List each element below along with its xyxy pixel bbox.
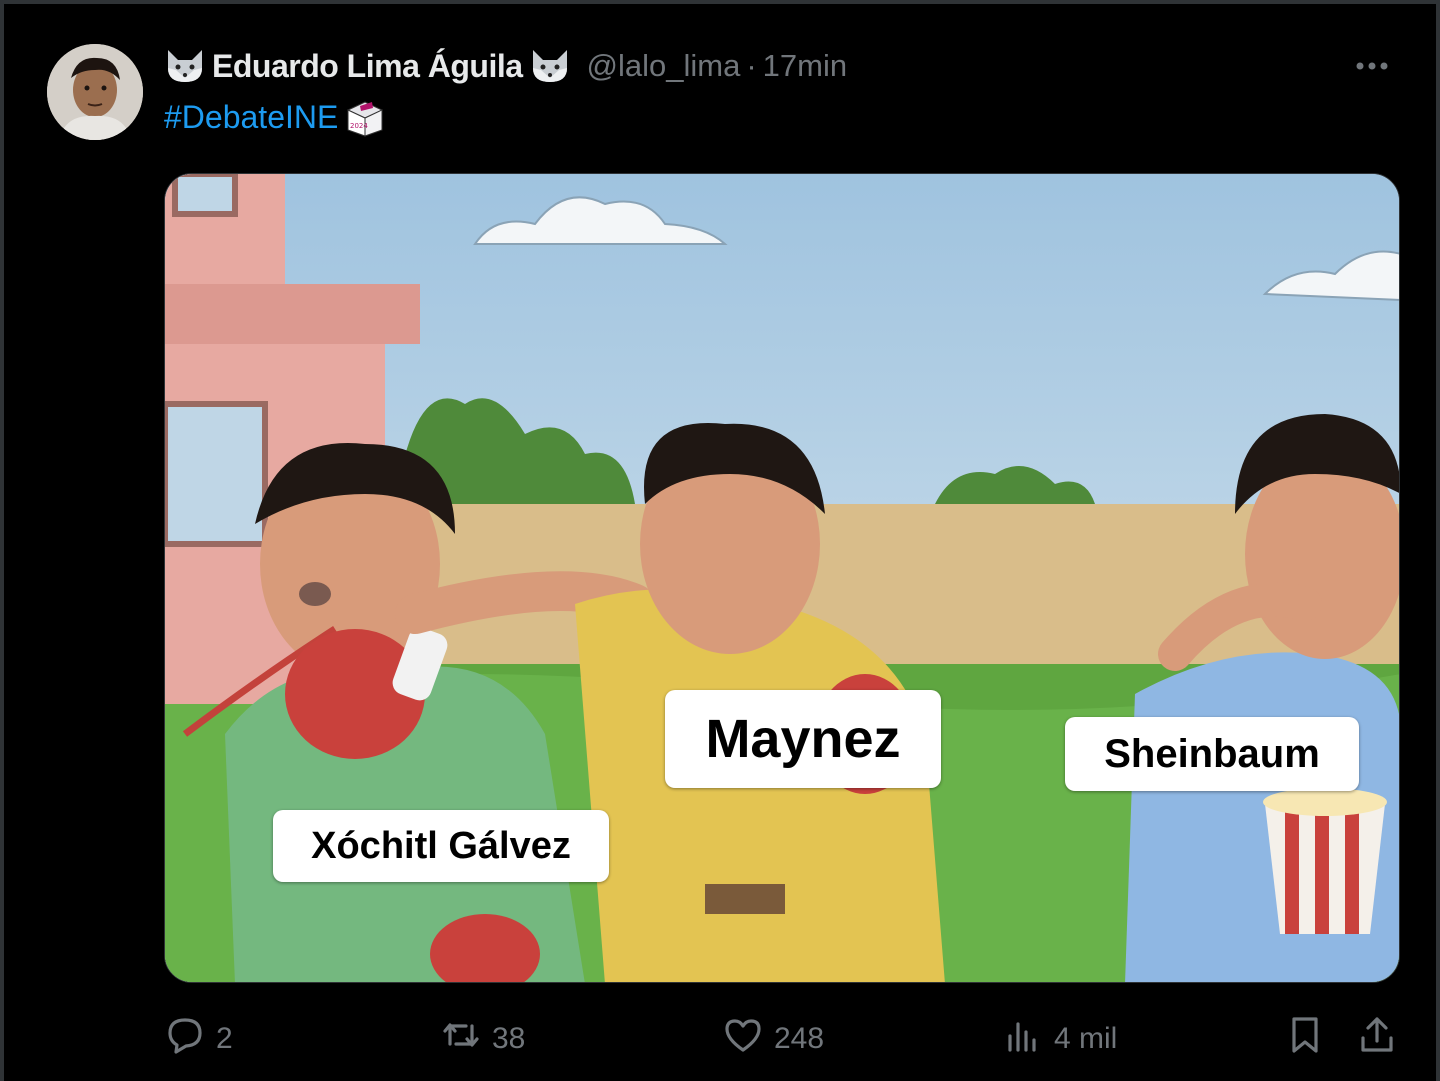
- views-count: 4 mil: [1054, 1022, 1118, 1055]
- ballot-year: 2024: [350, 122, 368, 130]
- share-icon: [1356, 1014, 1398, 1064]
- ballot-box-icon: 2024: [342, 96, 388, 138]
- author-avatar[interactable]: [47, 44, 143, 140]
- views-button[interactable]: 4 mil: [1002, 1009, 1117, 1069]
- fox-emoji-icon: [529, 48, 571, 84]
- meme-label-center-text: Maynez: [705, 709, 901, 769]
- views-icon: [1002, 1014, 1044, 1064]
- meme-image[interactable]: Xóchitl Gálvez Maynez Sheinbaum: [164, 173, 1400, 983]
- more-icon[interactable]: [1352, 50, 1392, 82]
- fox-emoji-icon: [164, 48, 206, 84]
- reply-button[interactable]: 2: [164, 1009, 233, 1069]
- author-name[interactable]: Eduardo Lima Águila: [212, 48, 523, 85]
- tweet-header: Eduardo Lima Águila @lalo_lima · 17min: [164, 42, 847, 90]
- like-icon: [722, 1014, 764, 1064]
- meme-label-maynez: Maynez: [665, 690, 941, 788]
- reply-count: 2: [216, 1022, 233, 1055]
- meme-label-right-text: Sheinbaum: [1104, 731, 1320, 776]
- bookmark-button[interactable]: [1284, 1009, 1326, 1069]
- separator-dot: ·: [746, 48, 757, 83]
- tweet-timestamp[interactable]: 17min: [763, 48, 847, 84]
- like-button[interactable]: 248: [722, 1009, 824, 1069]
- meme-label-sheinbaum: Sheinbaum: [1065, 717, 1359, 791]
- reply-icon: [164, 1014, 206, 1064]
- retweet-button[interactable]: 38: [440, 1009, 525, 1069]
- author-handle[interactable]: @lalo_lima: [587, 48, 741, 84]
- tweet-card[interactable]: Eduardo Lima Águila @lalo_lima · 17min #…: [0, 0, 1440, 1081]
- like-count: 248: [774, 1022, 825, 1055]
- retweet-icon: [440, 1014, 482, 1064]
- retweet-count: 38: [492, 1022, 526, 1055]
- bookmark-icon: [1284, 1014, 1326, 1064]
- tweet-text: #DebateINE 2024: [164, 96, 388, 138]
- meme-label-left-text: Xóchitl Gálvez: [311, 824, 571, 867]
- tweet-actions-bar: 2 38 248 4 mil: [164, 1009, 1404, 1069]
- hashtag-link[interactable]: #DebateINE: [164, 99, 338, 136]
- meme-label-xochitl: Xóchitl Gálvez: [273, 810, 609, 882]
- share-button[interactable]: [1356, 1009, 1398, 1069]
